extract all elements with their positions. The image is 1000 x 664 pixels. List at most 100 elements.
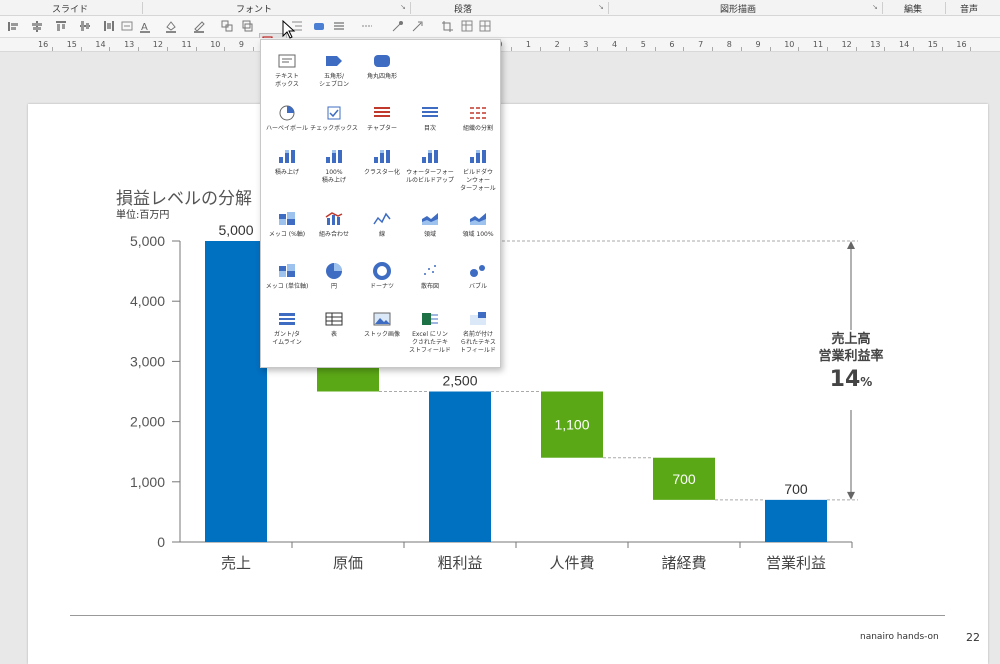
menu-item-label: ストック画像 [363,331,400,338]
y-tick-label[interactable]: 3,000 [130,353,165,369]
footer-divider [70,615,945,616]
menu-item-label: ガント/タ [273,331,301,338]
item-chapter[interactable]: チャプター [358,104,406,133]
named-field-icon [468,310,488,328]
item-harvey-ball[interactable]: ハーベイボール [263,104,311,133]
data-label[interactable]: 700 [784,481,808,497]
callout-line2: 営業利益率 [818,349,884,364]
pie-chart-icon [324,262,344,280]
toc-icon [420,104,440,122]
menu-item-label: ドーナツ [369,283,394,290]
menu-item-label: ンウォー [465,177,490,184]
line-chart-icon [372,210,392,228]
menu-item-label: チェックボックス [310,125,358,132]
item-rounded-rect[interactable]: 角丸四角形 [358,52,406,81]
arrow-head-up-icon[interactable] [847,241,855,249]
area-chart-icon [420,210,440,228]
item-line[interactable]: 線 [358,210,406,239]
data-label[interactable]: 5,000 [218,222,253,238]
menu-item-label: ハーベイボール [265,125,308,132]
y-tick-label[interactable]: 5,000 [130,233,165,249]
mekko-percent-icon [277,210,297,228]
x-tick-label[interactable]: 粗利益 [437,554,482,572]
rounded-rect-icon [372,52,392,70]
item-bubble[interactable]: バブル [454,262,502,291]
x-tick-label[interactable]: 原価 [333,554,363,572]
x-tick-label[interactable]: 諸経費 [661,554,706,572]
item-stock-image[interactable]: ストック画像 [358,310,406,339]
menu-item-label: ターフォール [460,185,496,192]
bar[interactable] [205,241,267,542]
mekko-unit-icon [277,262,297,280]
x-tick-label[interactable]: 営業利益 [766,554,826,572]
item-area[interactable]: 領域 [406,210,454,239]
margin-callout[interactable]: 売上高 営業利益率 14% [806,331,896,397]
menu-item-label: トフィールド [460,347,496,354]
menu-item-label: シェブロン [318,81,349,88]
x-tick-label[interactable]: 人件費 [549,554,594,572]
x-tick-label[interactable]: 売上 [221,554,251,572]
menu-item-label: ボックス [275,81,299,88]
menu-item-label: 領域 100% [462,231,494,238]
y-tick-label[interactable]: 4,000 [130,293,165,309]
data-label[interactable]: 700 [672,471,696,487]
mouse-cursor-icon [282,20,296,39]
item-scatter[interactable]: 散布図 [406,262,454,291]
table-icon [324,310,344,328]
item-org-split[interactable]: 組織の分割 [454,104,502,133]
textbox-icon [277,52,297,70]
item-waterfall-builddown[interactable]: ビルドダウ ンウォー ターフォール [454,148,502,193]
menu-item-label: 五角形/ [323,73,345,80]
item-waterfall-buildup[interactable]: ウォーターフォー ルのビルドアップ [406,148,454,185]
menu-item-label: ストフィールド [409,347,451,354]
item-table[interactable]: 表 [310,310,358,339]
y-tick-label[interactable]: 0 [157,534,165,550]
item-named-field[interactable]: 名前が付け られたテキス トフィールド [454,310,502,355]
menu-item-label: テキスト [275,73,299,80]
item-clustered[interactable]: クラスター化 [358,148,406,177]
callout-line1: 売上高 [831,332,871,347]
item-mekko-percent[interactable]: メッコ (%軸) [263,210,311,239]
bar[interactable] [765,499,827,542]
data-label[interactable]: 1,100 [554,417,589,433]
data-label[interactable]: 2,500 [442,373,477,389]
stock-image-icon [372,310,392,328]
menu-item-label: バブル [468,283,487,290]
menu-item-label: イムライン [272,339,302,346]
item-toc[interactable]: 目次 [406,104,454,133]
item-area-100[interactable]: 領域 100% [454,210,502,239]
menu-item-label: Excel にリン [412,331,448,338]
item-stacked-100[interactable]: 100% 積み上げ [310,148,358,185]
y-tick-label[interactable]: 2,000 [130,414,165,430]
arrow-head-down-icon[interactable] [847,491,855,500]
callout-number: 14 [829,367,861,392]
item-chevron[interactable]: 五角形/シェブロン [310,52,358,89]
harvey-ball-icon [277,104,297,122]
item-doughnut[interactable]: ドーナツ [358,262,406,291]
menu-item-label: 積み上げ [274,169,299,176]
menu-item-label: 組み合わせ [318,231,349,238]
item-stacked[interactable]: 積み上げ [263,148,311,177]
item-textbox[interactable]: テキスト ボックス [263,52,311,89]
chapter-icon [372,104,392,122]
item-checkbox[interactable]: チェックボックス [310,104,358,133]
item-pie[interactable]: 円 [310,262,358,291]
gantt-icon [277,310,297,328]
menu-item-label: 線 [378,231,385,238]
menu-item-label: ウォーターフォー [406,169,454,176]
footer-text[interactable]: nanairo hands-on [860,632,939,642]
y-tick-label[interactable]: 1,000 [130,474,165,490]
item-mekko-unit[interactable]: メッコ (単位軸) [263,262,311,291]
bar[interactable] [429,391,491,543]
bubble-icon [468,262,488,280]
menu-item-label: クされたテキ [411,339,448,346]
item-combo[interactable]: 組み合わせ [310,210,358,239]
menu-item-label: 積み上げ [321,177,346,184]
menu-item-label: 表 [330,331,337,338]
menu-item-label: メッコ (%軸) [268,231,306,238]
item-gantt[interactable]: ガント/タ イムライン [263,310,311,347]
item-excel-field[interactable]: Excel にリン クされたテキ ストフィールド [406,310,454,355]
excel-linked-field-icon [420,310,440,328]
page-number[interactable]: 22 [966,631,980,644]
callout-percent-sign: % [860,375,873,389]
